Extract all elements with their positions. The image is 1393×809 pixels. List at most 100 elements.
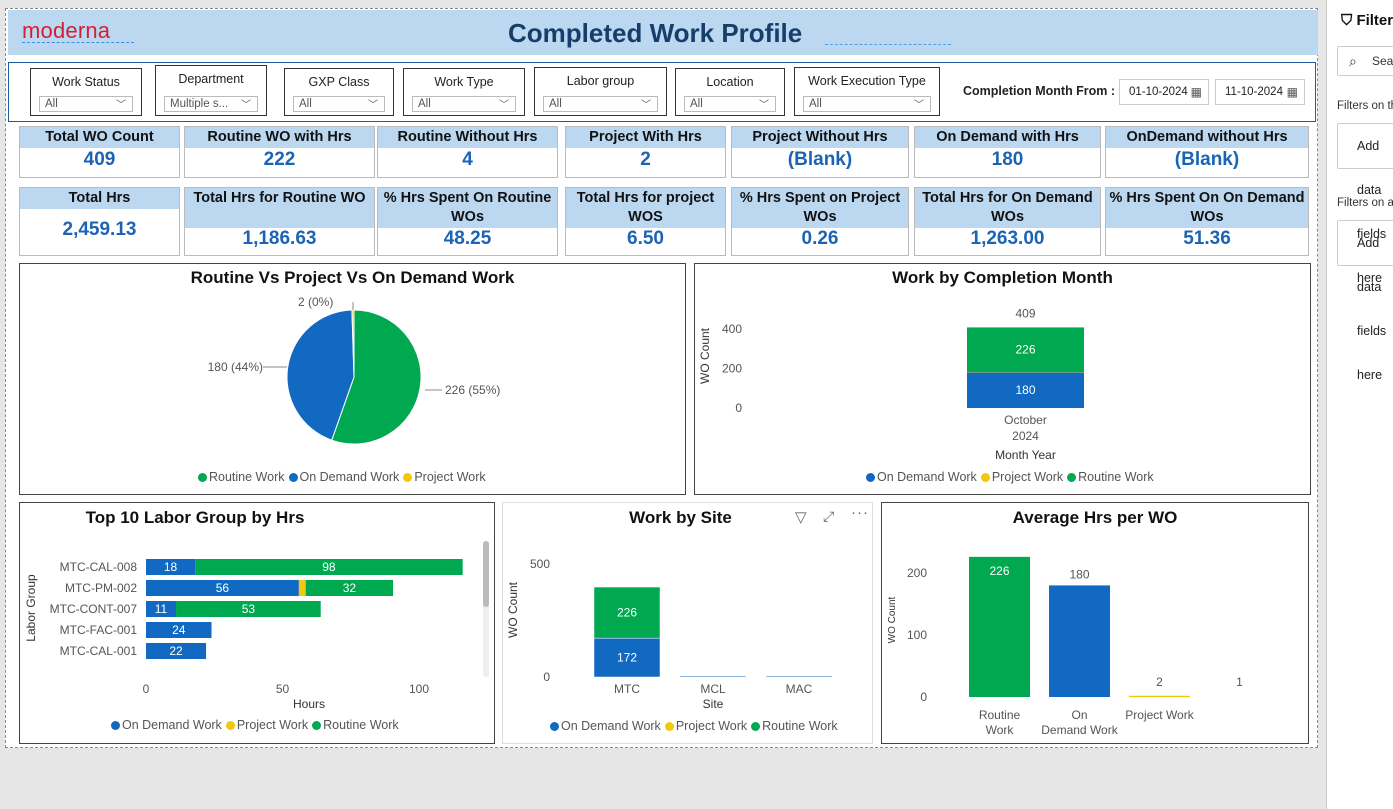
pie-legend: Routine Work On Demand Work Project Work — [198, 470, 490, 484]
slicer-department[interactable]: Department Multiple s... ﹀ — [155, 65, 267, 116]
y-tick-label: 400 — [722, 322, 742, 336]
legend-dot — [288, 473, 298, 482]
legend-item[interactable]: On Demand Work — [866, 470, 977, 484]
site-panel[interactable]: Work by Site ▽ ⤢ ··· 0 500 WO Count 172 226 M… — [502, 502, 873, 744]
kpi-label: On Demand with Hrs — [915, 127, 1100, 148]
legend-dot — [312, 721, 322, 730]
filters-pane-title: ⛉ Filters — [1341, 12, 1393, 29]
date-to-input[interactable]: 11-10-2024 ▦ — [1215, 79, 1305, 105]
bar-data-label: 56 — [216, 581, 230, 595]
legend-item[interactable]: Project Work — [225, 718, 308, 732]
labor-legend: On Demand Work Project Work Routine Work — [111, 718, 403, 732]
add-field-visual[interactable]: Add data fields here — [1337, 123, 1393, 285]
legend-item[interactable]: Routine Work — [751, 719, 838, 733]
slicer-dropdown[interactable]: All ﹀ — [684, 96, 776, 112]
bar-data-label: 53 — [242, 602, 256, 616]
x-tick-label: On — [1071, 708, 1087, 722]
legend-item[interactable]: Project Work — [403, 470, 486, 484]
pie-panel[interactable]: Routine Vs Project Vs On Demand Work 226… — [19, 263, 686, 495]
y-tick-label: 200 — [722, 362, 742, 376]
date-from-value: 01-10-2024 — [1129, 86, 1188, 98]
date-from-input[interactable]: 01-10-2024 ▦ — [1119, 79, 1209, 105]
legend-item[interactable]: Routine Work — [198, 470, 285, 484]
slicer-value: All — [809, 98, 822, 110]
legend-label: On Demand Work — [122, 718, 222, 732]
chevron-down-icon[interactable]: ﹀ — [241, 98, 251, 113]
add-field-pages[interactable]: Add data fields here — [1337, 220, 1393, 382]
x-tick-label: MTC — [614, 682, 640, 696]
chevron-down-icon[interactable]: ﹀ — [641, 98, 651, 113]
chevron-down-icon[interactable]: ﹀ — [116, 98, 126, 113]
slicer-gxp-class[interactable]: GXP Class All ﹀ — [284, 68, 394, 116]
bar-segment — [298, 580, 306, 596]
y-axis-label: WO Count — [887, 596, 898, 643]
x-tick-label: Demand Work — [1041, 723, 1118, 737]
search-icon: ⌕ — [1349, 53, 1357, 69]
legend-dot — [111, 721, 120, 730]
month-legend: On Demand Work Project Work Routine Work — [866, 470, 1158, 484]
bar-data-label: 180 — [1069, 567, 1089, 581]
y-tick-label: 0 — [920, 690, 927, 704]
chevron-down-icon[interactable]: ﹀ — [914, 98, 924, 113]
calendar-icon[interactable]: ▦ — [1287, 80, 1298, 104]
legend-item[interactable]: Routine Work — [312, 718, 399, 732]
slicer-labor-group[interactable]: Labor group All ﹀ — [534, 67, 667, 116]
legend-item[interactable]: Routine Work — [1067, 470, 1154, 484]
chevron-down-icon[interactable]: ﹀ — [759, 98, 769, 113]
kpi-value: 1,263.00 — [970, 228, 1045, 249]
kpi-value: 180 — [991, 149, 1024, 170]
slicer-work-status[interactable]: Work Status All ﹀ — [30, 68, 142, 116]
slicer-work-type[interactable]: Work Type All ﹀ — [403, 68, 525, 116]
filters-pane: ⛉ Filters ⌕ Search Filters on this visual… — [1326, 0, 1393, 809]
slicer-dropdown[interactable]: All ﹀ — [293, 96, 385, 112]
x-tick-label: 2024 — [1012, 429, 1039, 443]
legend-dot — [550, 722, 559, 731]
bar-data-label: 98 — [322, 560, 336, 574]
slicer-dropdown[interactable]: All ﹀ — [803, 96, 931, 112]
slicer-dropdown[interactable]: All ﹀ — [412, 96, 516, 112]
legend-item[interactable]: Project Work — [980, 470, 1064, 484]
x-tick-label: 100 — [409, 682, 429, 696]
y-tick-label: MTC-CONT-007 — [50, 602, 138, 616]
chevron-down-icon[interactable]: ﹀ — [499, 98, 509, 113]
x-axis-label: Month Year — [995, 448, 1056, 462]
kpi-label: % Hrs Spent on Project WOs — [732, 188, 908, 228]
site-legend: On Demand Work Project Work Routine Work — [550, 719, 842, 733]
slicer-work-execution-type[interactable]: Work Execution Type All ﹀ — [794, 67, 940, 116]
pie-data-label: 2 (0%) — [298, 295, 333, 309]
page-title: Completed Work Profile — [508, 18, 803, 48]
slicer-dropdown[interactable]: Multiple s... ﹀ — [164, 96, 258, 112]
kpi-card: Total WO Count 409 — [19, 126, 180, 178]
y-tick-label: 0 — [543, 670, 550, 684]
chevron-down-icon[interactable]: ﹀ — [368, 98, 378, 113]
calendar-icon[interactable]: ▦ — [1191, 80, 1202, 104]
total-label: 409 — [1015, 306, 1035, 320]
legend-item[interactable]: On Demand Work — [288, 470, 399, 484]
legend-item[interactable]: On Demand Work — [111, 718, 222, 732]
legend-dot — [403, 473, 413, 482]
pie-data-label: 180 (44%) — [208, 360, 263, 374]
kpi-card: Total Hrs for Routine WO 1,186.63 — [184, 187, 375, 256]
legend-dot — [198, 473, 207, 482]
filter-search-input[interactable]: ⌕ Search — [1337, 46, 1393, 76]
kpi-card: On Demand with Hrs 180 — [914, 126, 1101, 178]
y-axis-label: Labor Group — [24, 574, 38, 642]
slicer-dropdown[interactable]: All ﹀ — [543, 96, 658, 112]
avg-panel[interactable]: Average Hrs per WO 0 100 200 WO Count 226 Rou… — [881, 502, 1309, 744]
labor-panel[interactable]: Top 10 Labor Group by Hrs MTC-CAL-008 18 9… — [19, 502, 495, 744]
month-panel[interactable]: Work by Completion Month 0 200 400 WO Count… — [694, 263, 1311, 495]
kpi-label: Total Hrs for On Demand WOs — [915, 188, 1100, 228]
kpi-label: OnDemand without Hrs — [1106, 127, 1308, 148]
legend-item[interactable]: Project Work — [664, 719, 747, 733]
labor-scrollbar[interactable] — [483, 541, 489, 677]
kpi-card: % Hrs Spent On On Demand WOs 51.36 — [1105, 187, 1309, 256]
kpi-card: Total Hrs for On Demand WOs 1,263.00 — [914, 187, 1101, 256]
labor-chart: MTC-CAL-008 18 98 MTC-PM-002 56 32 MTC-CONT-00… — [24, 559, 463, 711]
legend-dot — [664, 722, 674, 731]
legend-item[interactable]: On Demand Work — [550, 719, 661, 733]
legend-label: Routine Work — [762, 719, 838, 733]
slicer-location[interactable]: Location All ﹀ — [675, 68, 785, 116]
legend-label: Project Work — [991, 470, 1064, 484]
slicer-value: All — [45, 98, 58, 110]
slicer-dropdown[interactable]: All ﹀ — [39, 96, 133, 112]
